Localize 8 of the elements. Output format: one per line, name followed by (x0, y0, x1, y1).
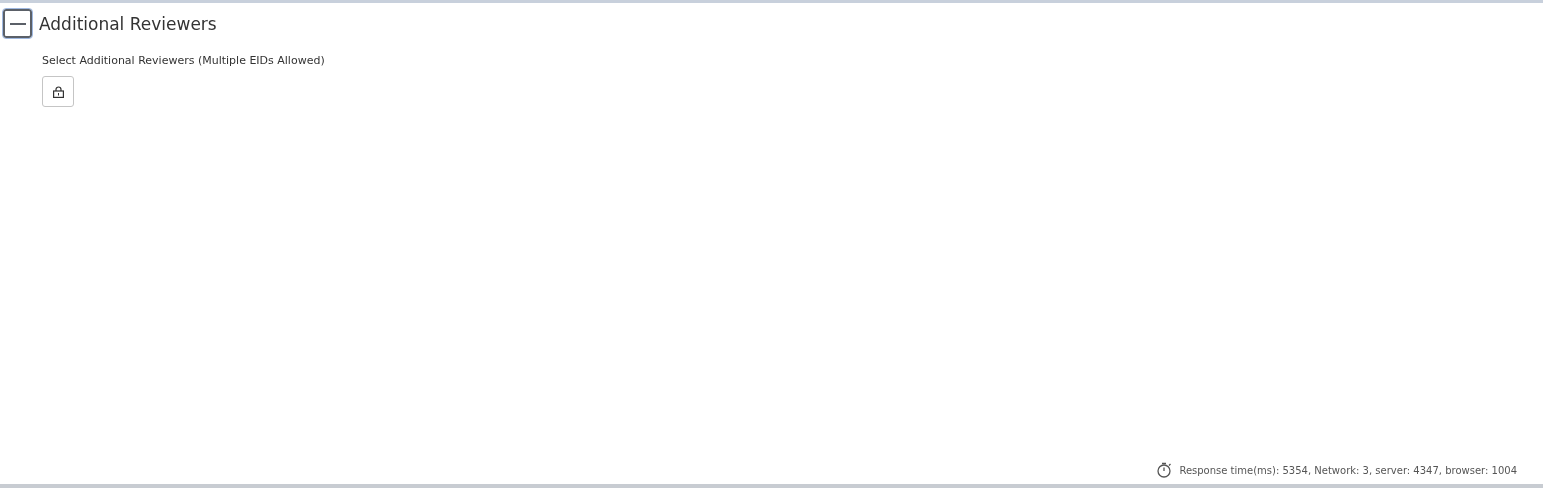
section-title: Additional Reviewers (39, 13, 217, 34)
lock-button[interactable] (42, 76, 74, 107)
collapse-button[interactable] (3, 9, 32, 38)
lock-icon (52, 85, 64, 98)
stopwatch-icon (1156, 462, 1173, 478)
minus-icon (9, 22, 26, 25)
response-time-text: Response time(ms): 5354, Network: 3, server: 4347, browser: 1004 (1179, 464, 1517, 476)
field-label: Select Additional Reviewers (Multiple EIDs Allowed) (42, 54, 325, 67)
